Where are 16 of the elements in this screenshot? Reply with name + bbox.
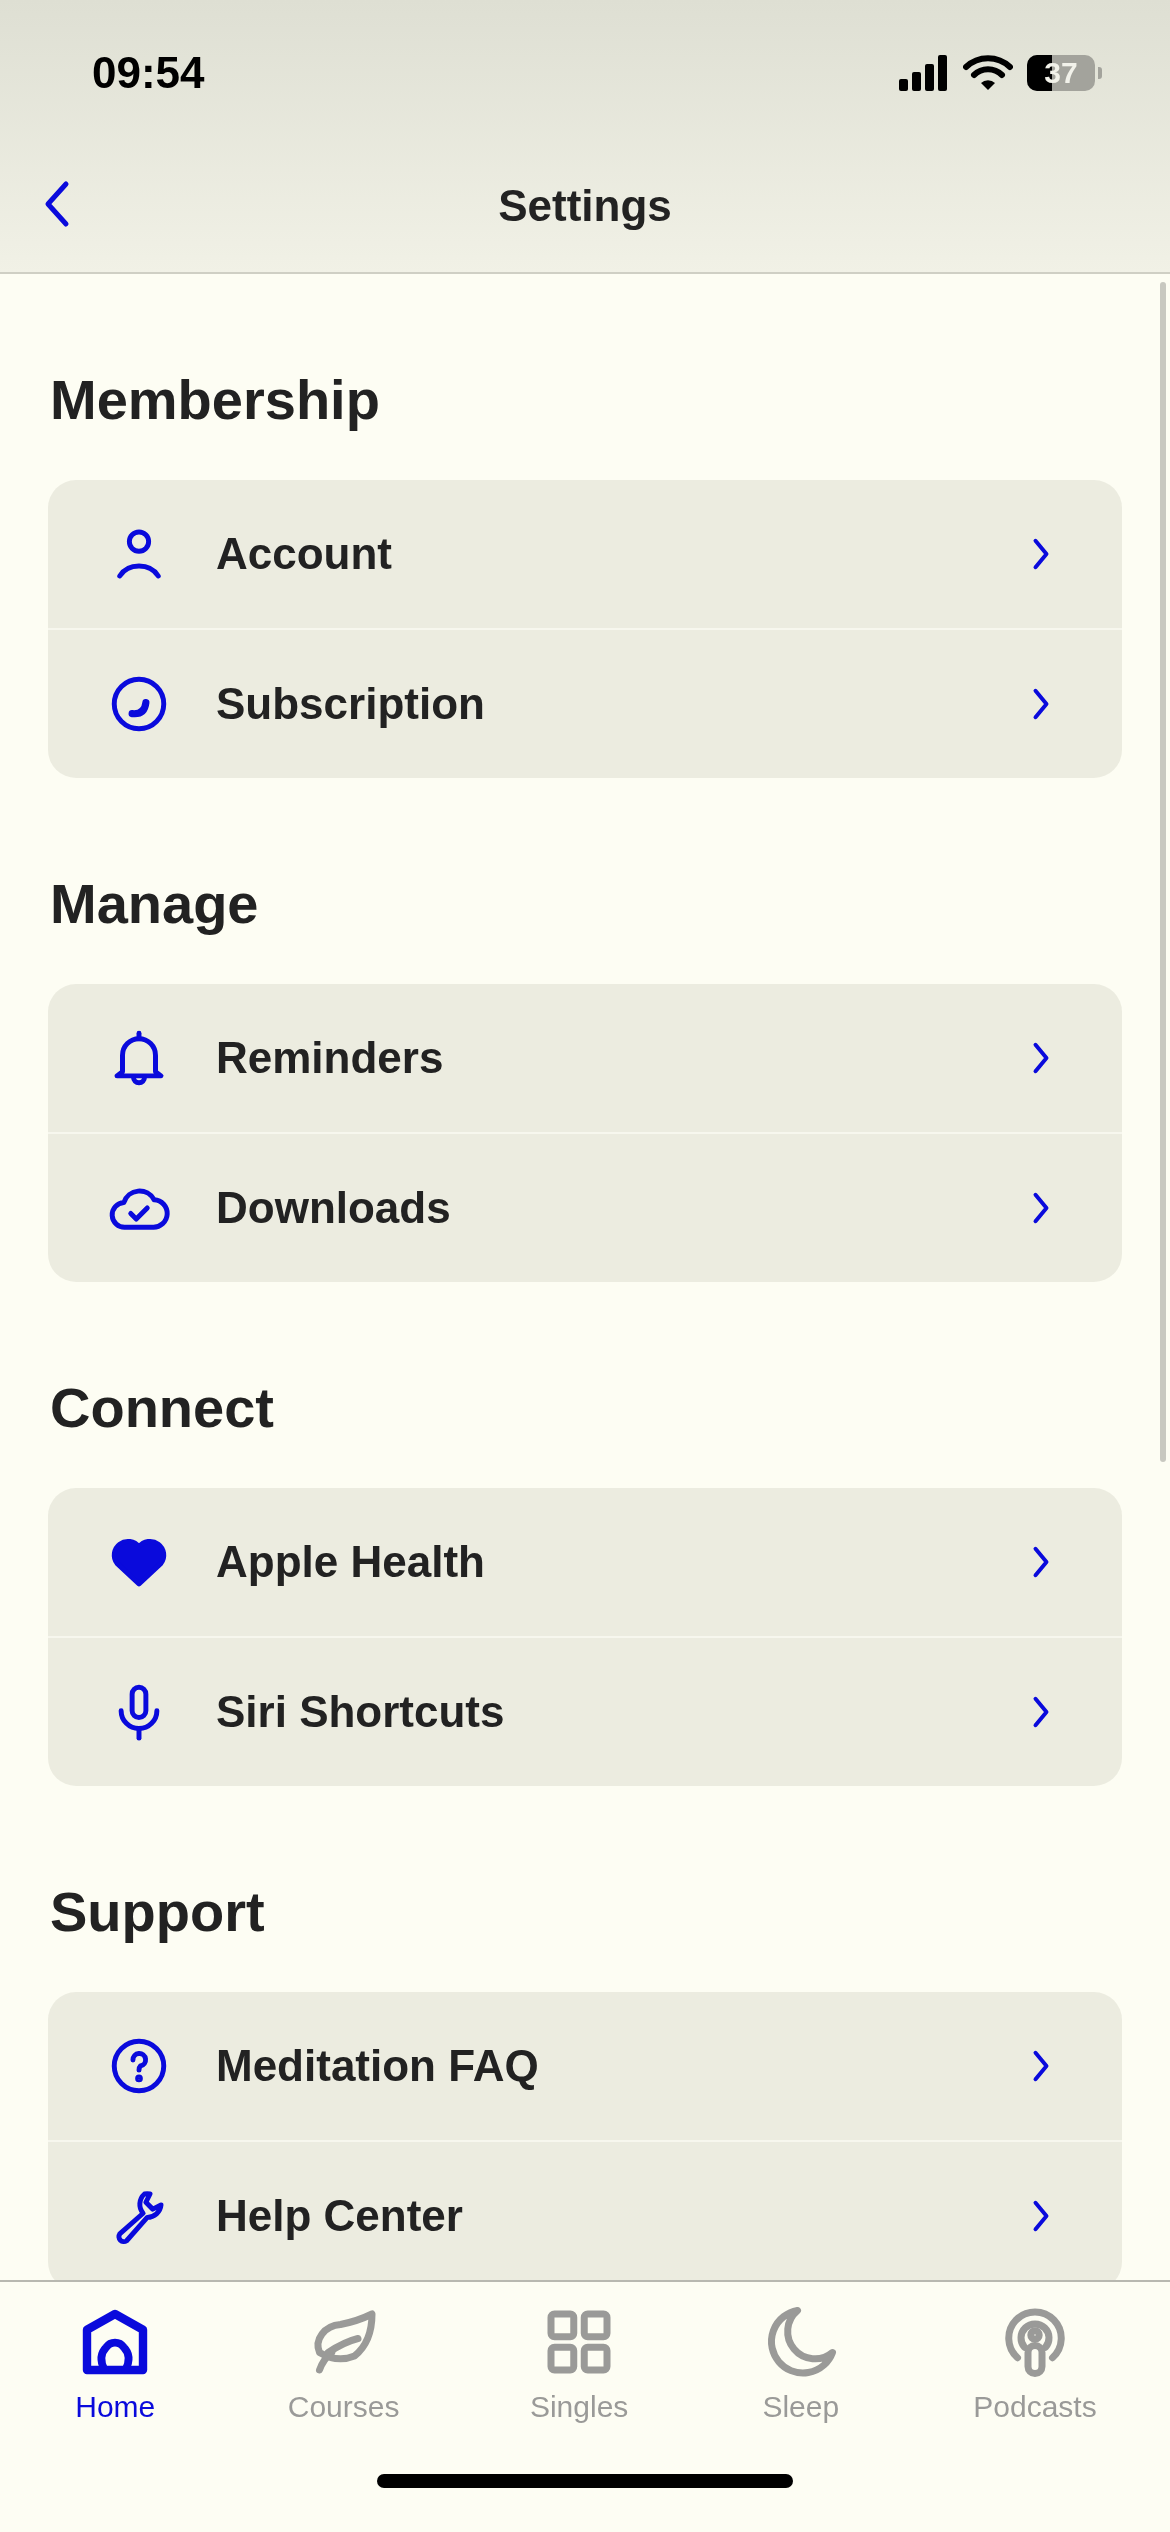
screen-title: Settings — [498, 181, 672, 231]
settings-row[interactable]: Meditation FAQ — [48, 1992, 1122, 2140]
settings-row[interactable]: Subscription — [48, 628, 1122, 778]
settings-row[interactable]: Reminders — [48, 984, 1122, 1132]
section-heading: Membership — [50, 367, 381, 433]
section-heading: Manage — [50, 871, 260, 937]
settings-row[interactable]: Downloads — [48, 1132, 1122, 1282]
settings-row[interactable]: Apple Health — [48, 1488, 1122, 1636]
section-heading: Connect — [50, 1375, 275, 1441]
section-heading: Support — [50, 1879, 266, 1945]
settings-row[interactable]: Siri Shortcuts — [48, 1636, 1122, 1786]
signal-icon — [899, 55, 949, 91]
status-time: 09:54 — [92, 48, 205, 98]
wifi-icon — [963, 55, 1013, 91]
tab-item[interactable]: Home — [59, 2296, 172, 2428]
settings-row[interactable]: Account — [48, 480, 1122, 628]
